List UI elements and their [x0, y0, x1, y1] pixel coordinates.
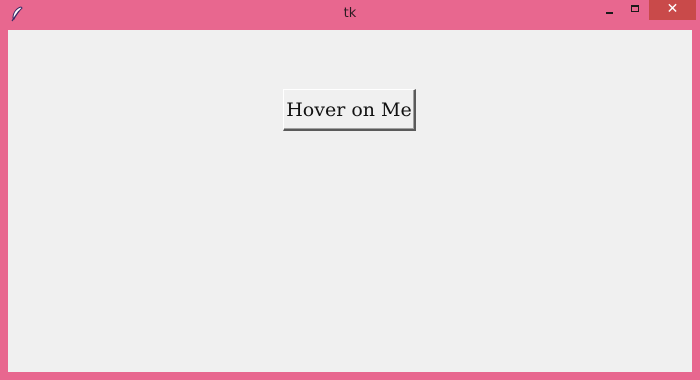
close-button[interactable]: ✕: [649, 0, 696, 20]
app-window: tk ✕ Hover on Me: [0, 0, 700, 380]
title-bar[interactable]: tk ✕: [0, 0, 700, 30]
hover-button[interactable]: Hover on Me: [283, 89, 416, 131]
window-title: tk: [343, 6, 357, 21]
maximize-icon: [631, 5, 639, 12]
close-icon: ✕: [666, 1, 679, 17]
minimize-button[interactable]: [596, 0, 622, 20]
maximize-button[interactable]: [622, 0, 648, 20]
window-content: Hover on Me: [8, 30, 692, 372]
minimize-icon: [606, 12, 613, 14]
